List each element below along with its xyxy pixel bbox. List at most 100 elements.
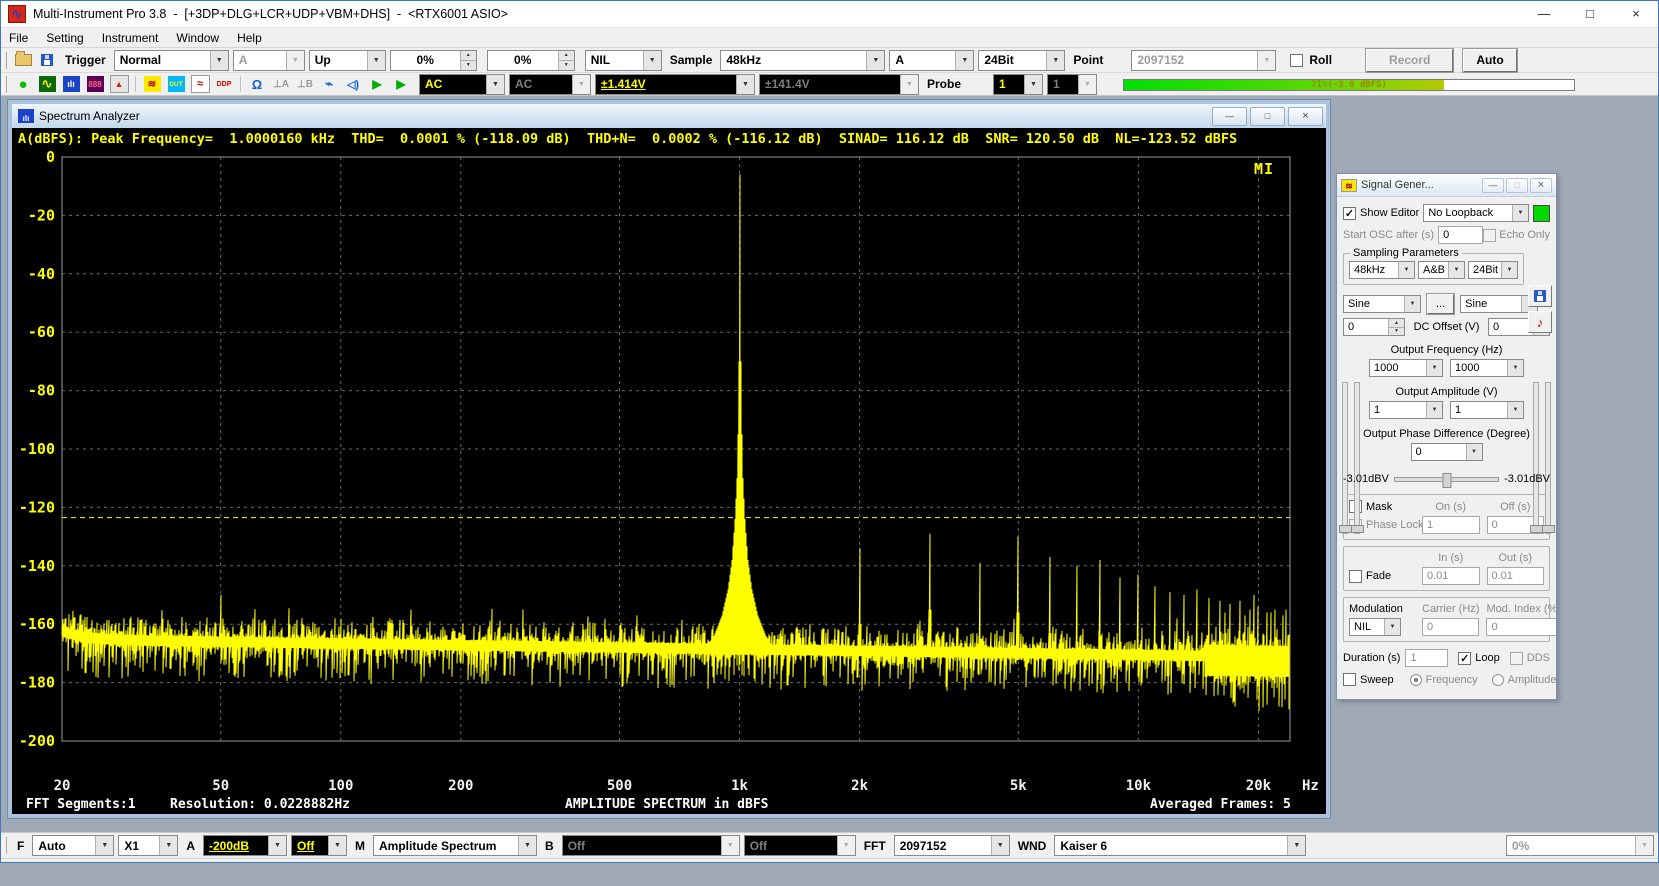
chevron-down-icon[interactable]: ▼	[367, 51, 385, 70]
waveform-a-select[interactable]: Sine▼	[1343, 295, 1421, 313]
dc-offset-a-stepper[interactable]: 0▲▼	[1343, 318, 1405, 336]
device-test-plan-icon[interactable]: DUT	[165, 75, 187, 94]
sound-output-icon[interactable]: ◁)	[342, 75, 364, 94]
chevron-down-icon[interactable]: ▼	[736, 75, 754, 94]
menu-setting[interactable]: Setting	[37, 28, 92, 47]
sample-channel-select[interactable]: A▼	[889, 50, 974, 71]
music-note-icon[interactable]: ♪	[1528, 311, 1552, 333]
chevron-down-icon[interactable]: ▼	[268, 836, 286, 855]
trigger-mode-select[interactable]: Normal▼	[114, 50, 229, 71]
phase-difference-select[interactable]: 0▼	[1411, 443, 1483, 461]
chevron-down-icon[interactable]: ▼	[1466, 444, 1482, 460]
spectrum-plot-area[interactable]: 0-20-40-60-80-100-120-140-160-180-200205…	[12, 150, 1326, 796]
chevron-down-icon[interactable]: ▼	[1046, 51, 1064, 70]
open-file-icon[interactable]	[12, 51, 34, 70]
chevron-down-icon[interactable]: ▼	[1426, 360, 1442, 376]
trigger-edge-select[interactable]: Up▼	[309, 50, 386, 71]
play-icon[interactable]: ▶	[366, 75, 388, 94]
amplitude-b-select[interactable]: 1▼	[1450, 401, 1524, 419]
close-icon[interactable]: ×	[1288, 107, 1323, 126]
range-a-display-select[interactable]: -200dB▼	[203, 835, 287, 856]
fft-size-select[interactable]: 2097152▼	[894, 835, 1010, 856]
gen-bits-select[interactable]: 24Bit▼	[1468, 261, 1518, 279]
chevron-down-icon[interactable]: ▼	[486, 75, 504, 94]
window-function-select[interactable]: Kaiser 6▼	[1054, 835, 1306, 856]
roll-checkbox[interactable]	[1290, 54, 1303, 67]
ref-a-select[interactable]: Off▼	[291, 835, 347, 856]
gen-channels-select[interactable]: A&B▼	[1418, 261, 1465, 279]
chevron-down-icon[interactable]: ▼	[1426, 402, 1442, 418]
spectrum-plot[interactable]: 0-20-40-60-80-100-120-140-160-180-200205…	[12, 150, 1326, 796]
trigger-hpf-select[interactable]: NIL▼	[585, 50, 662, 71]
save-file-icon[interactable]	[36, 51, 58, 70]
signal-generator-icon[interactable]: ≋	[141, 75, 163, 94]
spin-down-icon[interactable]: ▼	[461, 60, 476, 70]
chevron-down-icon[interactable]: ▼	[95, 836, 113, 855]
spin-up-icon[interactable]: ▲	[559, 51, 574, 60]
menu-help[interactable]: Help	[228, 28, 271, 47]
balance-slider[interactable]	[1394, 477, 1499, 482]
close-icon[interactable]: ×	[1530, 178, 1552, 193]
auto-button[interactable]: Auto	[1463, 49, 1516, 72]
close-icon[interactable]: ×	[1613, 0, 1659, 27]
frequency-a-select[interactable]: 1000▼	[1369, 359, 1443, 377]
spectrum-3d-plot-icon[interactable]: ▲	[108, 75, 130, 94]
display-mode-select[interactable]: Amplitude Spectrum▼	[373, 835, 537, 856]
menu-file[interactable]: File	[0, 28, 37, 47]
menu-instrument[interactable]: Instrument	[93, 28, 168, 47]
chevron-down-icon[interactable]: ▼	[159, 836, 177, 855]
waveform-more-button[interactable]: ...	[1427, 294, 1454, 314]
chevron-down-icon[interactable]: ▼	[1024, 75, 1042, 94]
minimize-icon[interactable]: —	[1482, 178, 1504, 193]
gen-rate-select[interactable]: 48kHz▼	[1349, 261, 1415, 279]
chevron-down-icon[interactable]: ▼	[866, 51, 884, 70]
coupling-a-select[interactable]: AC▼	[419, 74, 505, 95]
waveform-b-select[interactable]: Sine▼	[1460, 295, 1538, 313]
balance-slider-handle[interactable]	[1442, 473, 1451, 488]
spin-down-icon[interactable]: ▼	[1389, 327, 1404, 336]
toolbar-grip[interactable]	[2, 76, 7, 93]
run-stop-icon[interactable]: ●	[12, 75, 34, 94]
toolbar-grip[interactable]	[2, 837, 7, 854]
toolbar-grip[interactable]	[2, 52, 7, 69]
signal-generator-title-bar[interactable]: ≋ Signal Gener... — □ ×	[1337, 174, 1556, 197]
chevron-down-icon[interactable]: ▼	[1507, 360, 1523, 376]
minimize-icon[interactable]: —	[1521, 0, 1567, 27]
chevron-down-icon[interactable]: ▼	[1501, 262, 1517, 278]
data-generator-icon[interactable]: ≈	[189, 75, 211, 94]
sample-rate-select[interactable]: 48kHz▼	[720, 50, 885, 71]
chevron-down-icon[interactable]: ▼	[518, 836, 536, 855]
chevron-down-icon[interactable]: ▼	[328, 836, 346, 855]
calibration-icon[interactable]: ⌁	[318, 75, 340, 94]
range-a-select[interactable]: ±1.414V▼	[595, 74, 755, 95]
menu-window[interactable]: Window	[167, 28, 228, 47]
chevron-down-icon[interactable]: ▼	[1398, 262, 1414, 278]
chevron-down-icon[interactable]: ▼	[1287, 836, 1305, 855]
chevron-down-icon[interactable]: ▼	[991, 836, 1009, 855]
sweep-checkbox[interactable]	[1343, 673, 1356, 686]
chevron-down-icon[interactable]: ▼	[1448, 262, 1464, 278]
modulation-type-select[interactable]: NIL▼	[1349, 618, 1401, 636]
minimize-icon[interactable]: —	[1212, 107, 1247, 126]
ddp-viewer-icon[interactable]: DDP	[213, 75, 235, 94]
sample-bits-select[interactable]: 24Bit▼	[978, 50, 1065, 71]
chevron-down-icon[interactable]: ▼	[1512, 205, 1528, 221]
chevron-down-icon[interactable]: ▼	[1404, 296, 1420, 312]
chevron-down-icon[interactable]: ▼	[955, 51, 973, 70]
chevron-down-icon[interactable]: ▼	[210, 51, 228, 70]
start-osc-input[interactable]: 0	[1438, 226, 1483, 244]
maximize-icon[interactable]: □	[1567, 0, 1613, 27]
chevron-down-icon[interactable]: ▼	[1384, 619, 1400, 635]
spin-down-icon[interactable]: ▼	[559, 60, 574, 70]
multimeter-icon[interactable]: 888	[84, 75, 106, 94]
frequency-b-select[interactable]: 1000▼	[1450, 359, 1524, 377]
save-signal-icon[interactable]	[1528, 285, 1552, 307]
spin-up-icon[interactable]: ▲	[1389, 319, 1404, 327]
amplitude-a-select[interactable]: 1▼	[1369, 401, 1443, 419]
frequency-axis-select[interactable]: Auto▼	[32, 835, 114, 856]
maximize-icon[interactable]: □	[1250, 107, 1285, 126]
spectrum-analyzer-icon[interactable]: ılı	[60, 75, 82, 94]
loop-checkbox[interactable]: ✓	[1458, 652, 1471, 665]
chevron-down-icon[interactable]: ▼	[1507, 402, 1523, 418]
spectrum-analyzer-title-bar[interactable]: ılı Spectrum Analyzer — □ ×	[12, 104, 1326, 128]
